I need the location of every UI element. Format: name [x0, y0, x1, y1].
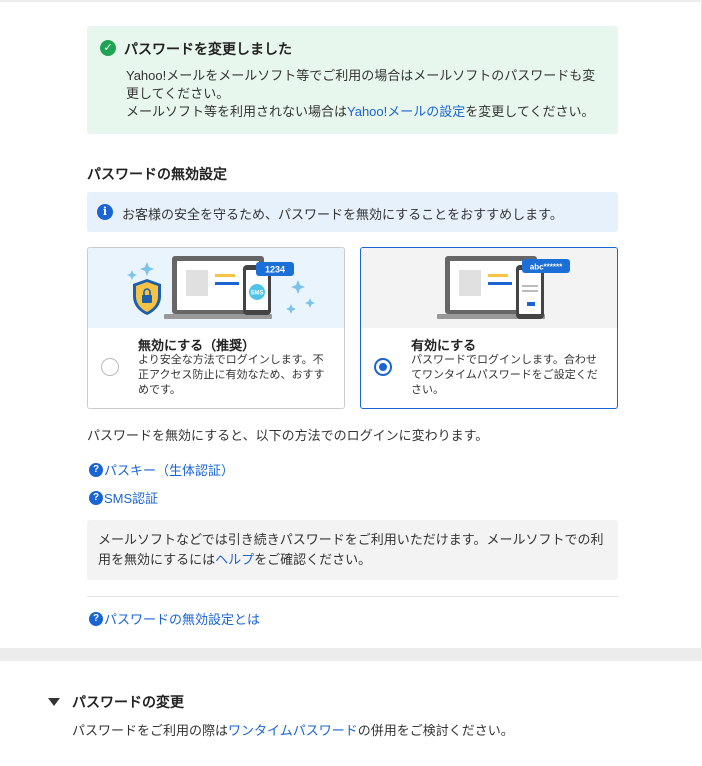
disable-radio[interactable] [101, 358, 119, 376]
mail-software-note: メールソフトなどでは引き続きパスワードをご利用いただけます。メールソフトでの利用… [87, 520, 618, 580]
recommendation-text: お客様の安全を守るため、パスワードを無効にすることをおすすめします。 [122, 207, 563, 222]
sms-auth-help-link[interactable]: ? SMS認証 [89, 488, 158, 507]
yahoo-mail-settings-link[interactable]: Yahoo!メールの設定 [347, 104, 465, 119]
check-circle-icon: ✓ [100, 40, 116, 56]
password-change-panel: パスワードの変更 パスワードをご利用の際はワンタイムパスワードの併用をご検討くだ… [0, 661, 702, 766]
success-message: Yahoo!メールをメールソフト等でご利用の場合はメールソフトのパスワードも変更… [126, 67, 606, 121]
enable-option-description: パスワードでログインします。合わせてワンタイムパスワードをご設定ください。 [411, 354, 598, 396]
note-suffix: をご確認ください。 [254, 552, 372, 567]
expand-triangle-icon[interactable] [48, 698, 60, 706]
password-disable-section-title: パスワードの無効設定 [87, 166, 227, 182]
main-panel: ✓ パスワードを変更しました Yahoo!メールをメールソフト等でご利用の場合は… [0, 2, 702, 648]
question-circle-icon: ? [89, 462, 103, 477]
login-change-notice: パスワードを無効にすると、以下の方法でのログインに変わります。 [87, 428, 489, 443]
success-line-2: メールソフト等を利用されない場合はYahoo!メールの設定を変更してください。 [126, 103, 606, 121]
question-circle-icon: ? [89, 611, 103, 626]
recommendation-info-box: i お客様の安全を守るため、パスワードを無効にすることをおすすめします。 [87, 192, 618, 232]
password-change-title[interactable]: パスワードの変更 [72, 692, 184, 712]
option-card-enable[interactable]: abc****** 有効にする パスワードでログインします。合わせてワンタイムパ… [360, 247, 618, 409]
about-password-disable-link[interactable]: ? パスワードの無効設定とは [89, 609, 260, 628]
success-line-1: Yahoo!メールをメールソフト等でご利用の場合はメールソフトのパスワードも変更… [126, 68, 596, 101]
sms-badge-text: SMS [250, 291, 263, 297]
success-title: パスワードを変更しました [124, 41, 292, 57]
change-desc-text: パスワードをご利用の際は [72, 723, 229, 738]
enable-radio[interactable] [374, 358, 392, 376]
disable-option-title: 無効にする（推奨） [138, 338, 256, 353]
change-desc-suffix: の併用をご検討ください。 [357, 723, 514, 738]
help-link[interactable]: ヘルプ [215, 552, 254, 567]
question-circle-icon: ? [89, 490, 103, 505]
success-line-2-suffix: を変更してください。 [465, 104, 595, 119]
info-icon: i [97, 204, 113, 220]
success-line-2-text: メールソフト等を利用されない場合は [126, 104, 348, 119]
disable-illustration: SMS 1234 [88, 248, 344, 328]
disable-option-description: より安全な方法でログインします。不正アクセス防止に有効なため、おすすめです。 [138, 354, 325, 396]
sms-auth-label: SMS認証 [104, 491, 159, 506]
passkey-label: パスキー（生体認証） [104, 463, 235, 478]
option-card-disable[interactable]: SMS 1234 無効にする（推奨） より安全な方法でログインします。不正アクセ… [87, 247, 345, 409]
password-change-description: パスワードをご利用の際はワンタイムパスワードの併用をご検討ください。 [72, 720, 514, 739]
enable-illustration: abc****** [361, 248, 617, 328]
enable-option-title: 有効にする [411, 338, 477, 353]
passkey-help-link[interactable]: ? パスキー（生体認証） [89, 460, 234, 479]
code-badge-text: 1234 [265, 265, 285, 275]
password-badge-text: abc****** [530, 263, 563, 272]
about-password-disable-label: パスワードの無効設定とは [104, 612, 261, 627]
success-banner: ✓ パスワードを変更しました Yahoo!メールをメールソフト等でご利用の場合は… [87, 26, 618, 134]
divider [87, 596, 618, 597]
mail-software-note-text: メールソフトなどでは引き続きパスワードをご利用いただけます。メールソフトでの利用… [98, 530, 613, 570]
onetime-password-link[interactable]: ワンタイムパスワード [228, 723, 358, 738]
